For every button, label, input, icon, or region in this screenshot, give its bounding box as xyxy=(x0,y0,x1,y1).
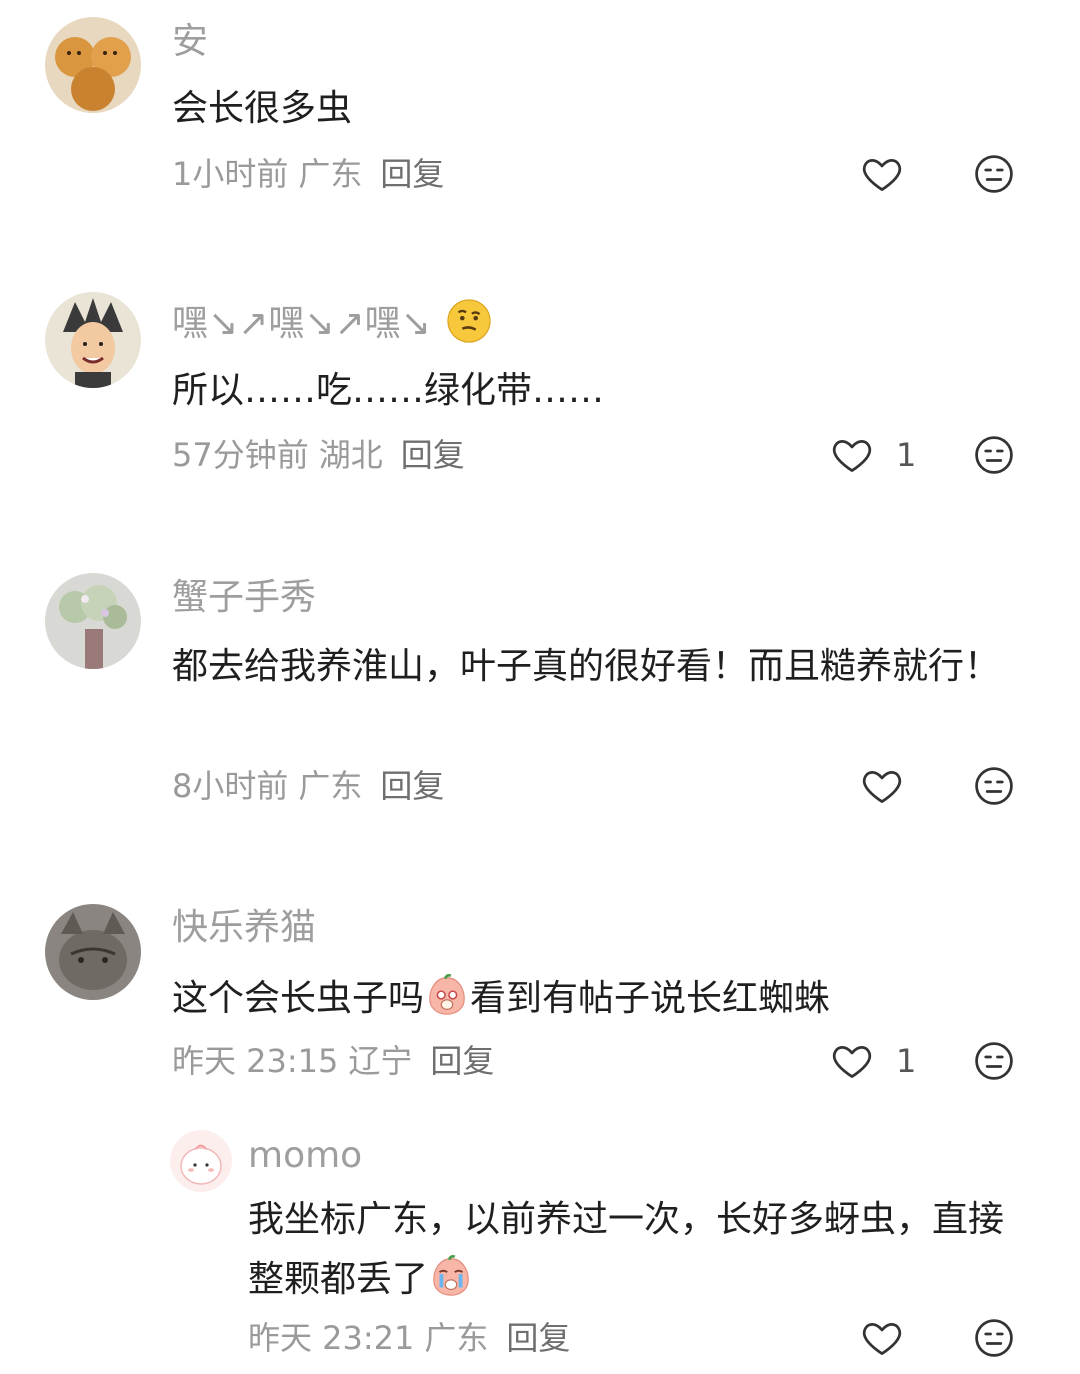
crying-peach-emoji-icon xyxy=(429,973,465,1015)
username[interactable]: 嘿↘↗嘿↘↗嘿↘ xyxy=(172,298,492,346)
reply-meta: 昨天 23:21 广东 回复 xyxy=(248,1318,580,1358)
location: 湖北 xyxy=(318,436,383,474)
avatar[interactable] xyxy=(45,573,141,669)
like-button[interactable]: 1 xyxy=(830,1039,916,1083)
username[interactable]: momo xyxy=(248,1134,362,1178)
comment-text-part: 看到有帖子说长红蜘蛛 xyxy=(470,978,831,1019)
comment-text: 会长很多虫 xyxy=(172,88,353,129)
dislike-button[interactable] xyxy=(972,764,1016,808)
reply-button[interactable]: 回复 xyxy=(401,436,465,474)
location: 广东 xyxy=(424,1319,489,1357)
comment-meta: 昨天 23:15 辽宁 回复 xyxy=(172,1041,504,1081)
comment-meta: 57分钟前 湖北 回复 xyxy=(172,435,475,475)
heart-outline-icon xyxy=(862,159,902,191)
like-count: 1 xyxy=(896,436,917,474)
timestamp: 昨天 23:21 xyxy=(248,1319,415,1357)
meh-face-icon xyxy=(975,155,1013,193)
thinking-emoji-icon xyxy=(447,299,491,343)
reply-button[interactable]: 回复 xyxy=(430,1042,494,1080)
timestamp: 57分钟前 xyxy=(172,436,309,474)
username-text: 嘿↘↗嘿↘↗嘿↘ xyxy=(172,303,431,344)
heart-outline-icon xyxy=(862,771,902,803)
username[interactable]: 蟹子手秀 xyxy=(172,576,316,620)
comment-item: 安 会长很多虫 1小时前 广东 回复 xyxy=(0,0,1080,230)
reply-text-content: 我坐标广东，以前养过一次，长好多蚜虫，直接整颗都丢了 xyxy=(248,1199,1005,1300)
comment-text: 所以……吃……绿化带…… xyxy=(172,370,605,411)
like-count: 1 xyxy=(896,1042,917,1080)
dislike-button[interactable] xyxy=(972,1316,1016,1360)
heart-outline-icon xyxy=(862,1323,902,1355)
timestamp: 8小时前 xyxy=(172,767,289,805)
comment-text-part: 这个会长虫子吗 xyxy=(172,978,425,1019)
comment-meta: 1小时前 广东 回复 xyxy=(172,154,454,194)
crying-peach-emoji-icon xyxy=(433,1254,469,1296)
reply-button[interactable]: 回复 xyxy=(380,767,444,805)
username[interactable]: 快乐养猫 xyxy=(172,906,316,950)
location: 辽宁 xyxy=(348,1042,413,1080)
like-button[interactable] xyxy=(860,152,904,196)
comment-text: 都去给我养淮山，叶子真的很好看！而且糙养就行！ xyxy=(172,646,1001,687)
avatar[interactable] xyxy=(45,292,141,388)
reply-button[interactable]: 回复 xyxy=(506,1319,570,1357)
meh-face-icon xyxy=(975,1319,1013,1357)
location: 广东 xyxy=(298,767,363,805)
meh-face-icon xyxy=(975,767,1013,805)
username[interactable]: 安 xyxy=(172,20,208,64)
reply-text: 我坐标广东，以前养过一次，长好多蚜虫，直接整颗都丢了 xyxy=(248,1190,1008,1310)
heart-outline-icon xyxy=(832,440,872,472)
dislike-button[interactable] xyxy=(972,1039,1016,1083)
avatar[interactable] xyxy=(170,1130,232,1192)
location: 广东 xyxy=(298,155,363,193)
like-button[interactable]: 1 xyxy=(830,433,916,477)
avatar[interactable] xyxy=(45,17,141,113)
like-button[interactable] xyxy=(860,764,904,808)
reply-button[interactable]: 回复 xyxy=(380,155,444,193)
comment-meta: 8小时前 广东 回复 xyxy=(172,766,454,806)
meh-face-icon xyxy=(975,1042,1013,1080)
comment-text: 这个会长虫子吗 看到有帖子说长红蜘蛛 xyxy=(172,970,1032,1028)
timestamp: 1小时前 xyxy=(172,155,289,193)
dislike-button[interactable] xyxy=(972,433,1016,477)
meh-face-icon xyxy=(975,436,1013,474)
heart-outline-icon xyxy=(832,1046,872,1078)
like-button[interactable] xyxy=(860,1316,904,1360)
dislike-button[interactable] xyxy=(972,152,1016,196)
avatar[interactable] xyxy=(45,904,141,1000)
timestamp: 昨天 23:15 xyxy=(172,1042,339,1080)
